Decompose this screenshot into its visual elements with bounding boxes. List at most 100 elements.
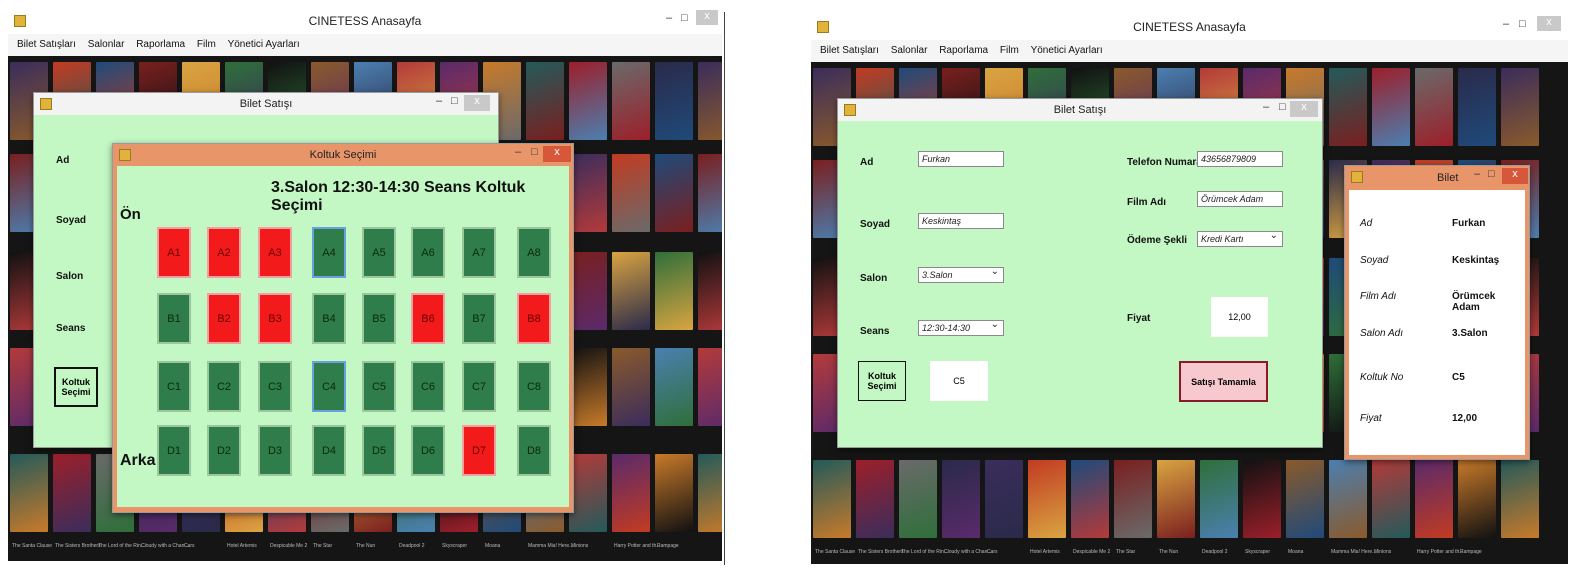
seat-b7[interactable]: B7	[462, 293, 496, 344]
movie-poster[interactable]	[526, 62, 564, 140]
movie-poster[interactable]	[569, 348, 607, 426]
koltuk-secimi-button[interactable]: Koltuk Seçimi	[858, 361, 906, 401]
menu-item-yonetici[interactable]: Yönetici Ayarları	[1031, 40, 1103, 62]
movie-poster[interactable]	[53, 454, 91, 532]
movie-poster[interactable]	[655, 154, 693, 232]
seat-b5[interactable]: B5	[362, 293, 396, 344]
minimize-icon[interactable]: –	[436, 95, 442, 107]
seat-a1[interactable]: A1	[157, 227, 191, 278]
maximize-icon[interactable]: □	[681, 12, 688, 24]
movie-poster[interactable]	[899, 460, 937, 538]
movie-poster[interactable]	[1200, 460, 1238, 538]
movie-poster[interactable]	[10, 454, 48, 532]
movie-poster[interactable]	[612, 154, 650, 232]
satisi-tamamla-button[interactable]: Satışı Tamamla	[1179, 361, 1268, 402]
movie-poster[interactable]	[698, 348, 722, 426]
menu-item-salonlar[interactable]: Salonlar	[891, 40, 928, 62]
maximize-icon[interactable]: □	[1279, 101, 1286, 113]
film-adi-input[interactable]: Örümcek Adam	[1197, 191, 1283, 207]
menu-item-salonlar[interactable]: Salonlar	[88, 34, 125, 56]
seat-b1[interactable]: B1	[157, 293, 191, 344]
seat-d2[interactable]: D2	[207, 425, 241, 476]
seat-c5[interactable]: C5	[362, 361, 396, 412]
seat-c2[interactable]: C2	[207, 361, 241, 412]
movie-poster[interactable]	[655, 252, 693, 330]
close-icon[interactable]: x	[696, 10, 718, 25]
movie-poster[interactable]	[612, 252, 650, 330]
movie-poster[interactable]	[569, 62, 607, 140]
movie-poster[interactable]	[1372, 460, 1410, 538]
telefon-input[interactable]: 43656879809	[1197, 151, 1283, 167]
seat-d1[interactable]: D1	[157, 425, 191, 476]
movie-poster[interactable]	[1329, 460, 1367, 538]
seat-b3[interactable]: B3	[258, 293, 292, 344]
movie-poster[interactable]	[1028, 460, 1066, 538]
seat-a8[interactable]: A8	[517, 227, 551, 278]
movie-poster[interactable]	[569, 154, 607, 232]
seat-a3[interactable]: A3	[258, 227, 292, 278]
movie-poster[interactable]	[698, 62, 722, 140]
minimize-icon[interactable]: –	[1263, 101, 1269, 113]
seat-d4[interactable]: D4	[312, 425, 346, 476]
soyad-input[interactable]: Keskintaş	[918, 213, 1004, 229]
movie-poster[interactable]	[1415, 460, 1453, 538]
maximize-icon[interactable]: □	[1519, 18, 1526, 30]
menu-item-raporlama[interactable]: Raporlama	[136, 34, 185, 56]
movie-poster[interactable]	[655, 62, 693, 140]
close-icon[interactable]: x	[1537, 16, 1561, 31]
odeme-select[interactable]: Kredi Kartı	[1197, 229, 1283, 247]
minimize-icon[interactable]: –	[1474, 168, 1480, 180]
seans-select[interactable]: 12:30-14:30	[918, 318, 1004, 336]
menu-item-bilet[interactable]: Bilet Satışları	[17, 34, 76, 56]
maximize-icon[interactable]: □	[1488, 168, 1495, 180]
close-icon[interactable]: x	[1290, 101, 1318, 117]
seat-c7[interactable]: C7	[462, 361, 496, 412]
movie-poster[interactable]	[856, 460, 894, 538]
seat-d7[interactable]: D7	[462, 425, 496, 476]
movie-poster[interactable]	[698, 154, 722, 232]
seat-c8[interactable]: C8	[517, 361, 551, 412]
seat-a7[interactable]: A7	[462, 227, 496, 278]
minimize-icon[interactable]: –	[1503, 18, 1509, 30]
minimize-icon[interactable]: –	[515, 146, 521, 158]
movie-poster[interactable]	[612, 348, 650, 426]
seat-a4[interactable]: A4	[312, 227, 346, 278]
seat-b2[interactable]: B2	[207, 293, 241, 344]
salon-select[interactable]: 3.Salon	[918, 265, 1004, 283]
seat-b8[interactable]: B8	[517, 293, 551, 344]
seat-a2[interactable]: A2	[207, 227, 241, 278]
movie-poster[interactable]	[1243, 460, 1281, 538]
movie-poster[interactable]	[1372, 68, 1410, 146]
movie-poster[interactable]	[655, 454, 693, 532]
maximize-icon[interactable]: □	[451, 95, 458, 107]
movie-poster[interactable]	[1458, 68, 1496, 146]
menu-item-bilet[interactable]: Bilet Satışları	[820, 40, 879, 62]
seat-c1[interactable]: C1	[157, 361, 191, 412]
close-icon[interactable]: x	[464, 95, 490, 111]
menu-item-yonetici[interactable]: Yönetici Ayarları	[228, 34, 300, 56]
seat-a6[interactable]: A6	[411, 227, 445, 278]
koltuk-secimi-button[interactable]: Koltuk Seçimi	[54, 367, 98, 407]
ad-input[interactable]: Furkan	[918, 151, 1004, 167]
movie-poster[interactable]	[698, 252, 722, 330]
movie-poster[interactable]	[698, 454, 722, 532]
movie-poster[interactable]	[942, 460, 980, 538]
seat-d6[interactable]: D6	[411, 425, 445, 476]
movie-poster[interactable]	[1501, 68, 1539, 146]
seat-b6[interactable]: B6	[411, 293, 445, 344]
movie-poster[interactable]	[1157, 460, 1195, 538]
close-icon[interactable]: x	[1502, 168, 1528, 184]
seat-a5[interactable]: A5	[362, 227, 396, 278]
menu-item-raporlama[interactable]: Raporlama	[939, 40, 988, 62]
movie-poster[interactable]	[612, 454, 650, 532]
movie-poster[interactable]	[655, 348, 693, 426]
seat-c6[interactable]: C6	[411, 361, 445, 412]
seat-b4[interactable]: B4	[312, 293, 346, 344]
seat-d5[interactable]: D5	[362, 425, 396, 476]
movie-poster[interactable]	[612, 62, 650, 140]
seat-c3[interactable]: C3	[258, 361, 292, 412]
movie-poster[interactable]	[1286, 460, 1324, 538]
movie-poster[interactable]	[1114, 460, 1152, 538]
movie-poster[interactable]	[1071, 460, 1109, 538]
movie-poster[interactable]	[569, 454, 607, 532]
